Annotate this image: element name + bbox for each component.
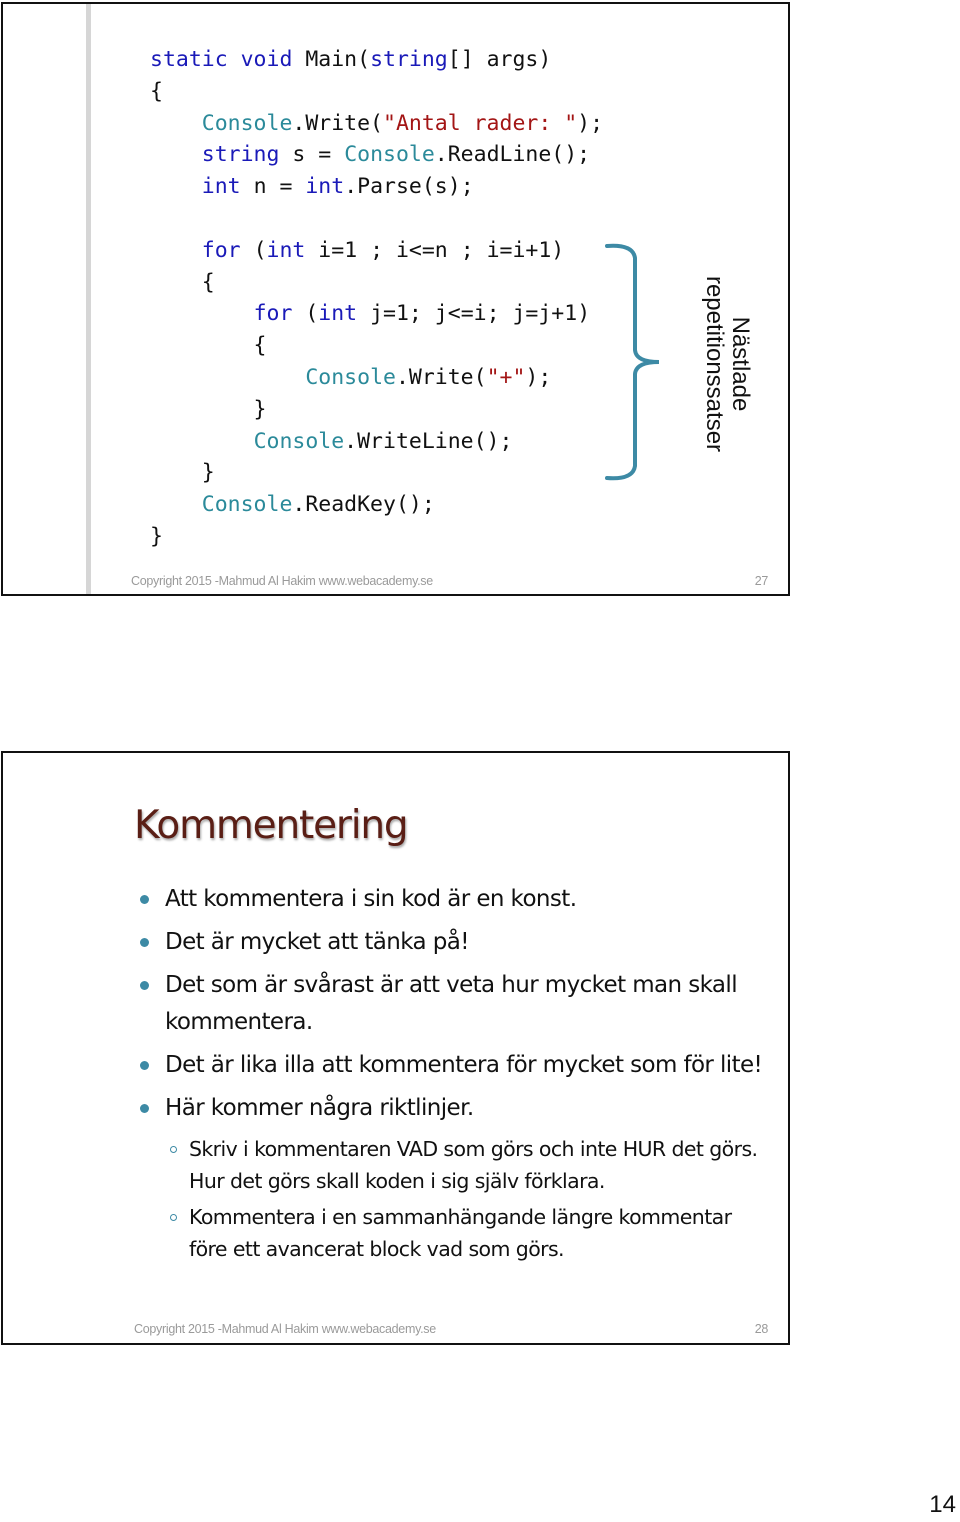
code-type: Console	[305, 364, 396, 390]
code-text: s =	[279, 142, 345, 168]
code-line: }	[150, 521, 603, 553]
slide-footer: Copyright 2015 -Mahmud Al Hakim www.weba…	[131, 574, 768, 588]
code-type: Console	[344, 142, 435, 168]
code-line: }	[150, 394, 603, 426]
code-text: }	[150, 460, 215, 486]
bullet-text: Skriv i kommentaren VAD som görs och int…	[189, 1137, 758, 1193]
code-keyword: static void	[150, 47, 306, 72]
code-type: Console	[201, 492, 293, 518]
bullet-ring-icon	[170, 1146, 177, 1153]
code-keyword: for	[253, 301, 293, 327]
code-string: "+"	[486, 364, 526, 390]
code-line: string s = Console.ReadLine();	[150, 139, 603, 171]
slide-margin-line	[86, 4, 91, 594]
bullet-item: Det är mycket att tänka på!	[3, 924, 783, 961]
slide-28: Kommentering Att kommentera i sin kod är…	[1, 751, 790, 1345]
bullet-item: Det som är svårast är att veta hur mycke…	[3, 967, 783, 1041]
bullet-text: Kommentera i en sammanhängande längre ko…	[189, 1205, 732, 1261]
slide-number: 28	[754, 1322, 769, 1336]
code-text: [] args)	[447, 47, 552, 72]
bullet-item: Det är lika illa att kommentera för myck…	[3, 1047, 783, 1084]
code-string: "Antal rader: "	[383, 110, 578, 136]
code-line: for (int i=1 ; i<=n ; i=i+1)	[150, 235, 603, 267]
slide-27: static void Main(string[] args){ Console…	[1, 2, 790, 596]
code-text: );	[577, 110, 604, 136]
code-text: {	[150, 78, 163, 104]
bullet-dot-icon	[140, 981, 149, 990]
slide-title: Kommentering	[134, 803, 409, 848]
code-line: int n = int.Parse(s);	[150, 171, 603, 203]
code-text: .Write(	[395, 364, 487, 390]
page-number: 14	[929, 1491, 956, 1518]
code-keyword: int	[201, 174, 241, 200]
code-text: }	[150, 396, 267, 422]
bullet-text: Det som är svårast är att veta hur mycke…	[165, 972, 738, 1035]
nested-loops-annotation: Nästlade repetitionssatser	[663, 254, 754, 474]
code-text: .ReadLine();	[434, 142, 591, 168]
annotation-line-1: Nästlade	[727, 316, 754, 412]
bullet-item: Här kommer några riktlinjer.	[3, 1090, 783, 1127]
code-block: static void Main(string[] args){ Console…	[150, 44, 603, 553]
code-line: }	[150, 457, 603, 489]
bullet-dot-icon	[140, 1061, 149, 1070]
code-line: Console.ReadKey();	[150, 489, 603, 521]
code-line: {	[150, 267, 603, 299]
code-type: Console	[201, 110, 293, 136]
slide-number: 27	[754, 574, 769, 588]
code-text: (	[292, 301, 319, 327]
code-text: n =	[240, 174, 306, 200]
annotation-line-2: repetitionssatser	[701, 275, 728, 453]
bullet-list: Att kommentera i sin kod är en konst. Det…	[3, 881, 783, 1269]
code-text: .Parse(s);	[344, 174, 474, 200]
code-text: i=1 ; i<=n ; i=i+1)	[305, 237, 565, 263]
sub-bullet-item: Skriv i kommentaren VAD som görs och int…	[3, 1133, 783, 1197]
code-line: {	[150, 330, 603, 362]
bullet-dot-icon	[140, 938, 149, 947]
code-line: for (int j=1; j<=i; j=j+1)	[150, 298, 603, 330]
bullet-text: Det är lika illa att kommentera för myck…	[165, 1052, 763, 1078]
code-keyword: for	[201, 237, 241, 263]
code-line: Console.Write("+");	[150, 362, 603, 394]
code-keyword: int	[266, 237, 306, 263]
code-keyword: string	[201, 142, 280, 168]
code-text: );	[525, 364, 552, 390]
code-line: static void Main(string[] args)	[150, 44, 603, 76]
bullet-text: Att kommentera i sin kod är en konst.	[165, 886, 577, 912]
bullet-item: Att kommentera i sin kod är en konst.	[3, 881, 783, 918]
slide-footer: Copyright 2015 -Mahmud Al Hakim www.weba…	[134, 1322, 768, 1336]
copyright-text: Copyright 2015 -Mahmud Al Hakim www.weba…	[131, 574, 433, 588]
bullet-text: Det är mycket att tänka på!	[165, 929, 469, 955]
bullet-ring-icon	[170, 1214, 177, 1221]
code-text: .WriteLine();	[344, 428, 513, 454]
code-line: {	[150, 76, 603, 108]
code-text: .ReadKey();	[292, 492, 435, 518]
copyright-text: Copyright 2015 -Mahmud Al Hakim www.weba…	[134, 1322, 436, 1336]
bullet-text: Här kommer några riktlinjer.	[165, 1095, 474, 1121]
code-text: {	[150, 269, 215, 295]
code-text: j=1; j<=i; j=j+1)	[357, 301, 591, 327]
code-keyword: int	[305, 174, 345, 200]
sub-bullet-item: Kommentera i en sammanhängande längre ko…	[3, 1201, 783, 1265]
code-text: Main(	[305, 47, 371, 72]
code-keyword: string	[370, 47, 448, 72]
bullet-dot-icon	[140, 1104, 149, 1113]
code-line: Console.Write("Antal rader: ");	[150, 108, 603, 140]
code-line: Console.WriteLine();	[150, 426, 603, 458]
code-text: (	[240, 237, 267, 263]
code-text: }	[150, 523, 163, 549]
code-keyword: int	[318, 301, 358, 327]
code-text: {	[150, 333, 267, 359]
code-text: .Write(	[292, 110, 383, 136]
code-type: Console	[253, 428, 345, 454]
bullet-dot-icon	[140, 895, 149, 904]
